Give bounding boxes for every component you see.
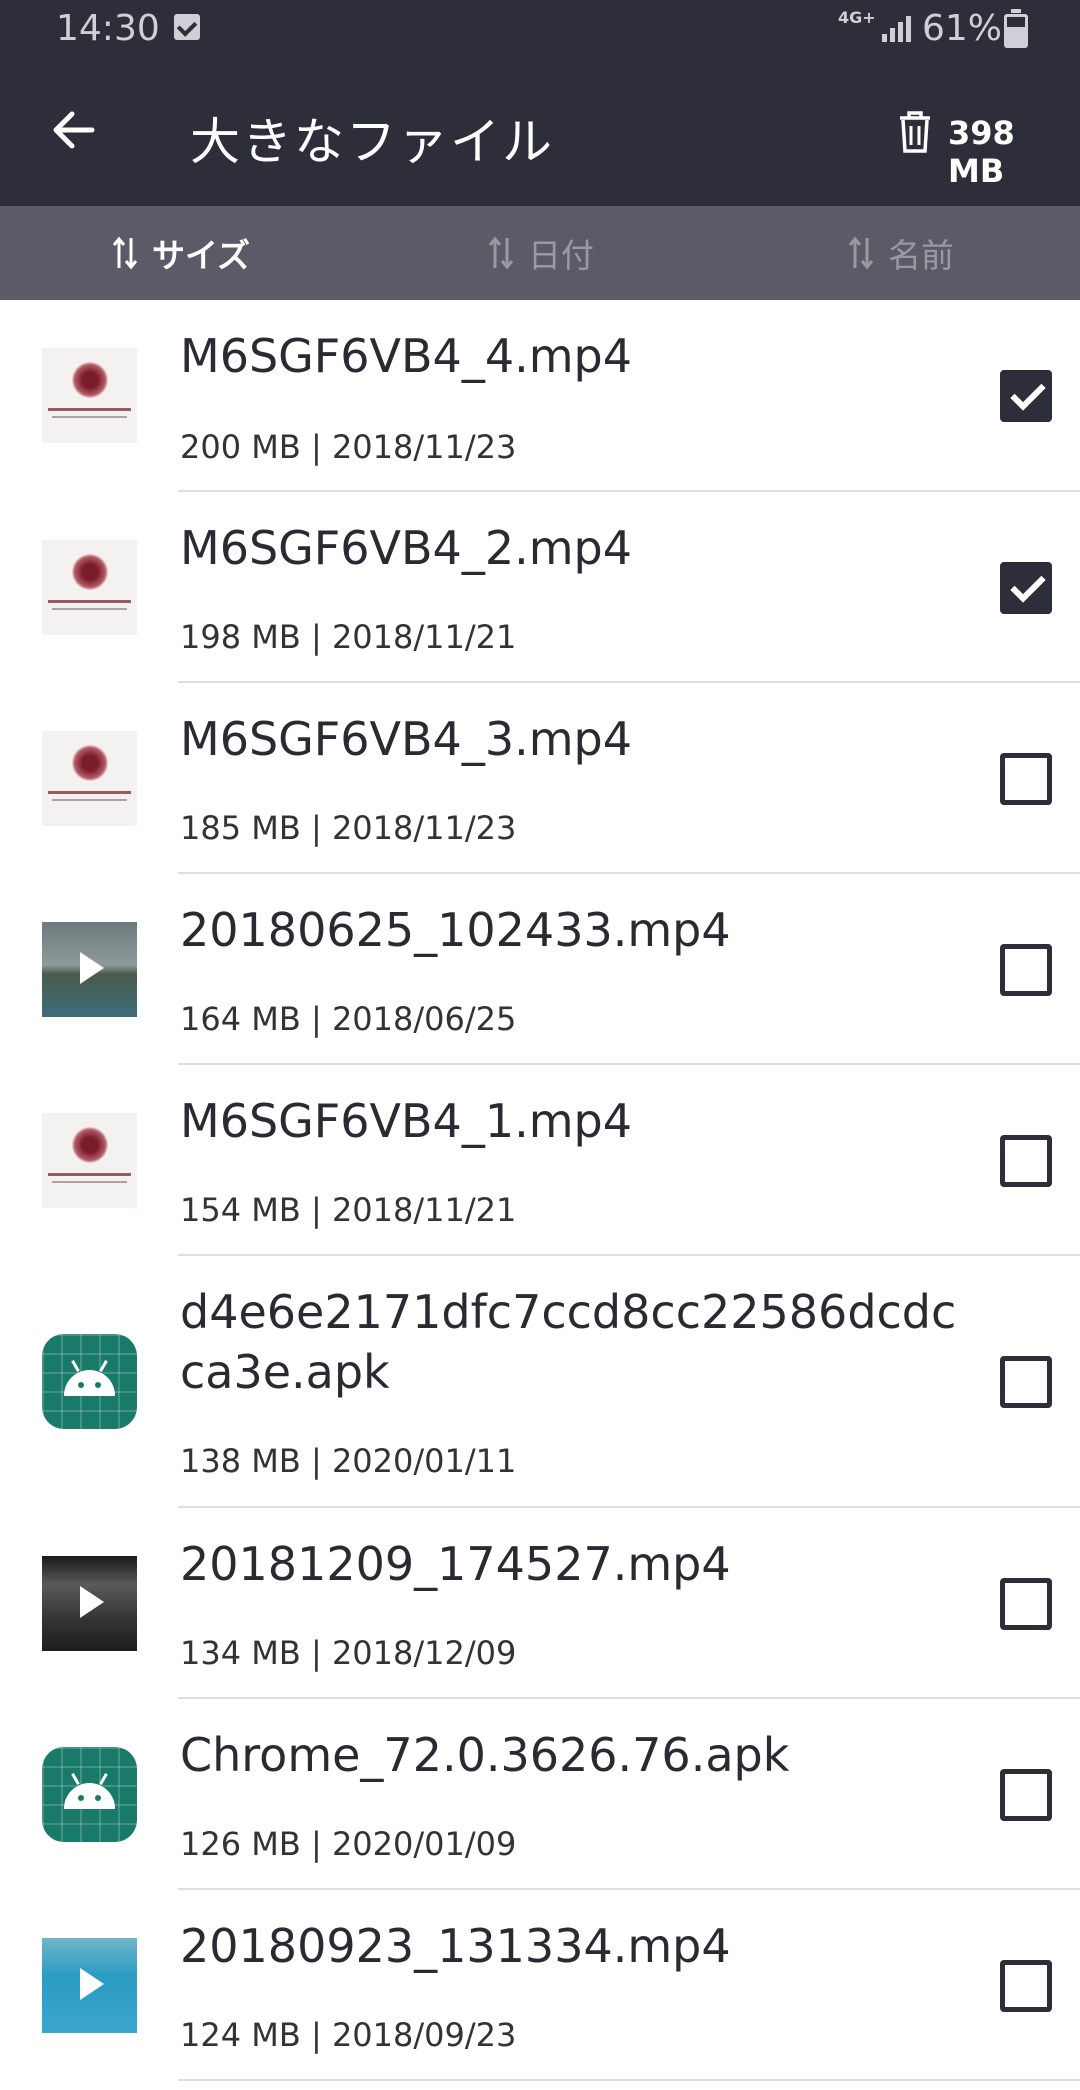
status-bar: 14:30 4G+ 61% xyxy=(0,0,1080,58)
file-name-line: ca3e.apk xyxy=(180,1345,390,1399)
status-time: 14:30 xyxy=(56,8,160,49)
stanford-thumbnail xyxy=(42,1113,137,1208)
file-row[interactable]: 20180625_102433.mp4 164 MB | 2018/06/25 xyxy=(0,874,1080,1065)
file-row[interactable]: 20181209_174527.mp4 134 MB | 2018/12/09 xyxy=(0,1508,1080,1699)
sort-tab-label: 日付 xyxy=(528,236,594,275)
sort-tab-label: 名前 xyxy=(888,236,954,275)
file-name: 20180625_102433.mp4 xyxy=(180,903,731,957)
file-meta: 154 MB | 2018/11/21 xyxy=(180,1191,517,1229)
play-icon xyxy=(80,1586,104,1618)
play-icon xyxy=(80,1968,104,2000)
notification-check-icon xyxy=(174,14,200,40)
file-checkbox[interactable] xyxy=(1000,1960,1052,2012)
file-meta: 134 MB | 2018/12/09 xyxy=(180,1634,517,1672)
play-icon xyxy=(80,952,104,984)
sort-arrows-icon xyxy=(112,236,138,270)
video-thumbnail xyxy=(42,1938,137,2033)
network-type: 4G+ xyxy=(838,8,876,27)
file-row[interactable]: M6SGF6VB4_3.mp4 185 MB | 2018/11/23 xyxy=(0,683,1080,874)
file-row[interactable]: M6SGF6VB4_4.mp4 200 MB | 2018/11/23 xyxy=(0,300,1080,492)
file-name: Chrome_72.0.3626.76.apk xyxy=(180,1728,790,1782)
row-divider xyxy=(178,2079,1080,2081)
file-name: M6SGF6VB4_4.mp4 xyxy=(180,329,632,383)
sort-bar: サイズ 日付 名前 xyxy=(0,206,1080,300)
stanford-thumbnail xyxy=(42,540,137,635)
file-checkbox[interactable] xyxy=(1000,1578,1052,1630)
file-checkbox[interactable] xyxy=(1000,944,1052,996)
file-meta: 164 MB | 2018/06/25 xyxy=(180,1000,517,1038)
file-name: M6SGF6VB4_1.mp4 xyxy=(180,1094,632,1148)
stanford-thumbnail xyxy=(42,731,137,826)
sort-tab-date[interactable]: 日付 xyxy=(488,206,594,300)
stanford-thumbnail xyxy=(42,348,137,443)
file-checkbox[interactable] xyxy=(1000,1135,1052,1187)
file-checkbox[interactable] xyxy=(1000,1356,1052,1408)
battery-percent: 61% xyxy=(922,8,1003,49)
file-checkbox[interactable] xyxy=(1000,1769,1052,1821)
file-row[interactable]: M6SGF6VB4_2.mp4 198 MB | 2018/11/21 xyxy=(0,492,1080,683)
file-checkbox[interactable] xyxy=(1000,562,1052,614)
sort-arrows-icon xyxy=(848,236,874,270)
page-title: 大きなファイル xyxy=(190,113,554,171)
sort-tab-label: サイズ xyxy=(152,236,251,275)
file-meta: 200 MB | 2018/11/23 xyxy=(180,428,517,466)
signal-icon xyxy=(882,16,911,42)
sort-tab-size[interactable]: サイズ xyxy=(112,206,250,300)
app-bar: 大きなファイル 398 MB xyxy=(0,58,1080,206)
trash-icon[interactable] xyxy=(896,110,934,154)
file-checkbox[interactable] xyxy=(1000,753,1052,805)
android-icon xyxy=(42,1747,137,1842)
file-name: d4e6e2171dfc7ccd8cc22586dcdc ca3e.apk xyxy=(180,1282,980,1402)
file-meta: 138 MB | 2020/01/11 xyxy=(180,1442,517,1480)
file-meta: 198 MB | 2018/11/21 xyxy=(180,618,517,656)
video-thumbnail xyxy=(42,1556,137,1651)
selected-size[interactable]: 398 MB xyxy=(948,114,1080,190)
file-row[interactable]: M6SGF6VB4_1.mp4 154 MB | 2018/11/21 xyxy=(0,1065,1080,1256)
file-name-line: d4e6e2171dfc7ccd8cc22586dcdc xyxy=(180,1285,957,1339)
back-arrow-icon[interactable] xyxy=(46,102,102,158)
file-row[interactable]: Chrome_72.0.3626.76.apk 126 MB | 2020/01… xyxy=(0,1699,1080,1890)
video-thumbnail xyxy=(42,922,137,1017)
battery-icon xyxy=(1004,9,1028,48)
file-name: 20180923_131334.mp4 xyxy=(180,1919,731,1973)
file-name: 20181209_174527.mp4 xyxy=(180,1537,731,1591)
android-icon xyxy=(42,1334,137,1429)
file-row[interactable]: d4e6e2171dfc7ccd8cc22586dcdc ca3e.apk 13… xyxy=(0,1256,1080,1508)
file-name: M6SGF6VB4_3.mp4 xyxy=(180,712,632,766)
file-meta: 185 MB | 2018/11/23 xyxy=(180,809,517,847)
sort-tab-name[interactable]: 名前 xyxy=(848,206,954,300)
file-meta: 126 MB | 2020/01/09 xyxy=(180,1825,517,1863)
file-meta: 124 MB | 2018/09/23 xyxy=(180,2016,517,2054)
file-row[interactable]: 20180923_131334.mp4 124 MB | 2018/09/23 xyxy=(0,1890,1080,2081)
file-checkbox[interactable] xyxy=(1000,370,1052,422)
file-name: M6SGF6VB4_2.mp4 xyxy=(180,521,632,575)
sort-arrows-icon xyxy=(488,236,514,270)
